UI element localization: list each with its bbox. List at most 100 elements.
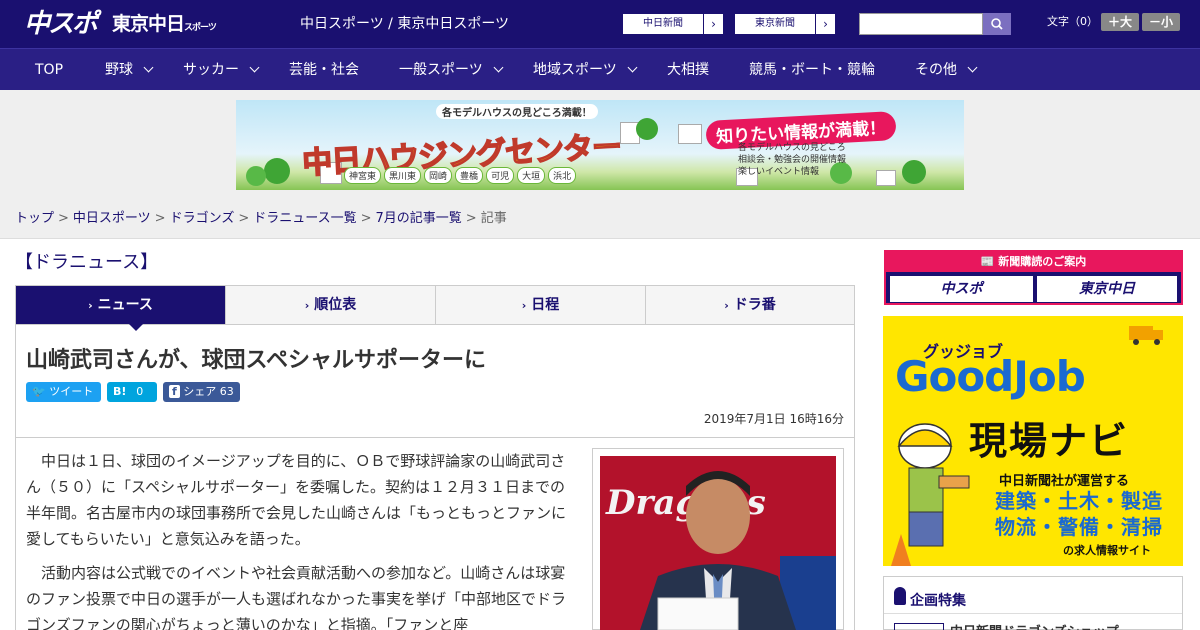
goodjob-job-line: 建築・土木・製造 bbox=[995, 489, 1163, 513]
goodjob-job-line: 物流・警備・清掃 bbox=[995, 515, 1163, 539]
worker-illustration bbox=[891, 423, 970, 566]
facebook-share-button[interactable]: f シェア 63 bbox=[163, 382, 240, 402]
twitter-icon: 🐦 bbox=[32, 385, 46, 398]
font-size-label: 文字（0） bbox=[1047, 15, 1098, 28]
facebook-share-label: シェア bbox=[183, 385, 217, 398]
tree-illustration bbox=[902, 160, 926, 184]
city-tag: 黒川東 bbox=[384, 167, 422, 184]
hatena-bookmark-button[interactable]: B! 0 bbox=[107, 382, 157, 402]
subscription-heading-text: 新聞購読のご案内 bbox=[998, 255, 1087, 268]
font-smaller-button[interactable]: －小 bbox=[1142, 13, 1180, 31]
chevron-right-icon: › bbox=[304, 299, 310, 312]
feature-box: 企画特集 中日新聞ドラゴンズショップ bbox=[883, 576, 1183, 630]
search-input[interactable] bbox=[859, 13, 983, 35]
article-paragraph: 中日は１日、球団のイメージアップを目的に、ＯＢで野球評論家の山崎武司さん（５０）… bbox=[26, 452, 567, 548]
nav-general-sports[interactable]: 一般スポーツ bbox=[399, 49, 504, 91]
feature-thumbnail[interactable] bbox=[894, 623, 944, 630]
tree-illustration bbox=[246, 166, 266, 186]
chevron-down-icon bbox=[627, 62, 638, 73]
truck-icon bbox=[1129, 326, 1163, 345]
nav-label: TOP bbox=[35, 62, 64, 78]
nav-local-sports[interactable]: 地域スポーツ bbox=[533, 49, 638, 91]
chevron-down-icon bbox=[967, 62, 978, 73]
tweet-label: ツイート bbox=[49, 385, 94, 398]
divider bbox=[884, 613, 1182, 614]
breadcrumb-link-top[interactable]: トップ bbox=[15, 211, 54, 226]
tweet-button[interactable]: 🐦 ツイート bbox=[26, 382, 101, 402]
nav-soccer[interactable]: サッカー bbox=[183, 49, 260, 91]
chunichi-shimbun-button[interactable]: 中日新聞 › bbox=[622, 13, 724, 35]
goodjob-title: GoodJob bbox=[895, 352, 1086, 401]
city-tag: 豊橋 bbox=[455, 167, 484, 184]
banner-point: 相談会・勉強会の開催情報 bbox=[738, 155, 847, 165]
breadcrumb-separator: > bbox=[360, 211, 372, 226]
breadcrumb-separator: > bbox=[58, 211, 69, 226]
housing-center-ad[interactable]: 各モデルハウスの見どころ満載！ 中日ハウジングセンター 神宮東 黒川東 岡崎 豊… bbox=[236, 100, 964, 190]
banner-point: 楽しいイベント情報 bbox=[738, 167, 820, 177]
tab-standings[interactable]: › 順位表 bbox=[226, 286, 436, 324]
section-title: 【ドラニュース】 bbox=[15, 252, 159, 273]
subscription-tokyo-logo[interactable]: 東京中日 bbox=[1037, 276, 1177, 302]
breadcrumb-link-july-list[interactable]: 7月の記事一覧 bbox=[376, 211, 462, 226]
tab-label: 順位表 bbox=[314, 297, 357, 313]
breadcrumb-separator: > bbox=[154, 211, 166, 226]
tab-news[interactable]: › ニュース bbox=[16, 286, 226, 324]
city-tag: 浜北 bbox=[548, 167, 577, 184]
tab-label: 日程 bbox=[531, 297, 560, 313]
house-illustration bbox=[876, 170, 896, 186]
breadcrumb-link-dranews-list[interactable]: ドラニュース一覧 bbox=[253, 211, 356, 226]
font-bigger-button[interactable]: ＋大 bbox=[1101, 13, 1139, 31]
top-header: 中スポ 東京中日スポーツ 中日スポーツ / 東京中日スポーツ 中日新聞 › 東京… bbox=[0, 0, 1200, 48]
hatena-icon: B! bbox=[113, 385, 127, 398]
subscription-banner[interactable]: 📰 新聞購読のご案内 中スポ 東京中日 bbox=[884, 250, 1183, 305]
facebook-share-count: 63 bbox=[219, 385, 234, 398]
tab-schedule[interactable]: › 日程 bbox=[436, 286, 646, 324]
banner-tagline: 各モデルハウスの見どころ満載！ bbox=[436, 104, 598, 119]
breadcrumb-separator: > bbox=[465, 211, 477, 226]
goodjob-jobs: 建築・土木・製造 物流・警備・清掃 bbox=[995, 488, 1163, 540]
tokyo-shimbun-button[interactable]: 東京新聞 › bbox=[734, 13, 836, 35]
nav-label: 地域スポーツ bbox=[533, 62, 617, 78]
breadcrumb-link-dragons[interactable]: ドラゴンズ bbox=[170, 211, 235, 226]
feature-item[interactable]: 中日新聞ドラゴンズショップ bbox=[950, 621, 1119, 630]
chunichi-shimbun-label: 中日新聞 bbox=[643, 18, 683, 29]
nav-baseball[interactable]: 野球 bbox=[105, 49, 154, 91]
article-photo[interactable]: Dragons bbox=[600, 456, 836, 630]
banner-cities: 神宮東 黒川東 岡崎 豊橋 可児 大垣 浜北 bbox=[344, 167, 577, 184]
breadcrumb: トップ > 中日スポーツ > ドラゴンズ > ドラニュース一覧 >7月の記事一覧 > 記事 bbox=[15, 210, 507, 228]
article-paragraph: 活動内容は公式戦でのイベントや社会貢献活動への参加など。山崎さんは球宴のファン投… bbox=[26, 564, 567, 630]
subscription-heading: 📰 新聞購読のご案内 bbox=[886, 252, 1181, 272]
goodjob-ad[interactable]: グッジョブ GoodJob 現場ナビ 中日新聞社が運営する 建築・土木・製造 物… bbox=[883, 316, 1183, 566]
nav-label: 一般スポーツ bbox=[399, 62, 483, 78]
tab-label: ニュース bbox=[97, 297, 153, 313]
subscription-chuspo-logo[interactable]: 中スポ bbox=[890, 276, 1033, 302]
chuspo-logo[interactable]: 中スポ bbox=[24, 8, 98, 40]
newspaper-icon: 📰 bbox=[980, 255, 995, 268]
article-title: 山崎武司さんが、球団スペシャルサポーターに bbox=[26, 348, 487, 373]
tab-dragons-reporters[interactable]: › ドラ番 bbox=[646, 286, 854, 324]
goodjob-navi: 現場ナビ bbox=[969, 419, 1130, 463]
chevron-down-icon bbox=[249, 62, 260, 73]
nav-sumo[interactable]: 大相撲 bbox=[667, 49, 709, 91]
nav-horse-racing[interactable]: 競馬・ボート・競輪 bbox=[749, 49, 875, 91]
article-date: 2019年7月1日 16時16分 bbox=[703, 412, 844, 426]
chevron-right-icon: › bbox=[88, 299, 93, 312]
nav-label: その他 bbox=[915, 62, 957, 78]
nav-top[interactable]: TOP bbox=[35, 49, 63, 91]
tree-illustration bbox=[636, 118, 658, 140]
hatena-count: 0 bbox=[136, 385, 144, 398]
nav-label: 芸能・社会 bbox=[289, 62, 359, 78]
nav-label: 野球 bbox=[105, 62, 133, 78]
yamasaki-photo-image: Dragons bbox=[600, 456, 836, 630]
breadcrumb-link-chuspo[interactable]: 中日スポーツ bbox=[73, 211, 151, 226]
tab-label: ドラ番 bbox=[733, 297, 776, 313]
tokyo-chunichi-logo[interactable]: 東京中日スポーツ bbox=[112, 12, 217, 40]
nav-entertainment[interactable]: 芸能・社会 bbox=[289, 49, 359, 91]
chevron-down-icon bbox=[143, 62, 154, 73]
search-button[interactable] bbox=[983, 13, 1011, 35]
news-tabs: › ニュース › 順位表 › 日程 › ドラ番 bbox=[15, 285, 855, 331]
nav-label: 大相撲 bbox=[667, 62, 709, 78]
nav-others[interactable]: その他 bbox=[915, 49, 978, 91]
tokyo-shimbun-label: 東京新聞 bbox=[755, 18, 795, 29]
breadcrumb-current: 記事 bbox=[480, 211, 507, 226]
